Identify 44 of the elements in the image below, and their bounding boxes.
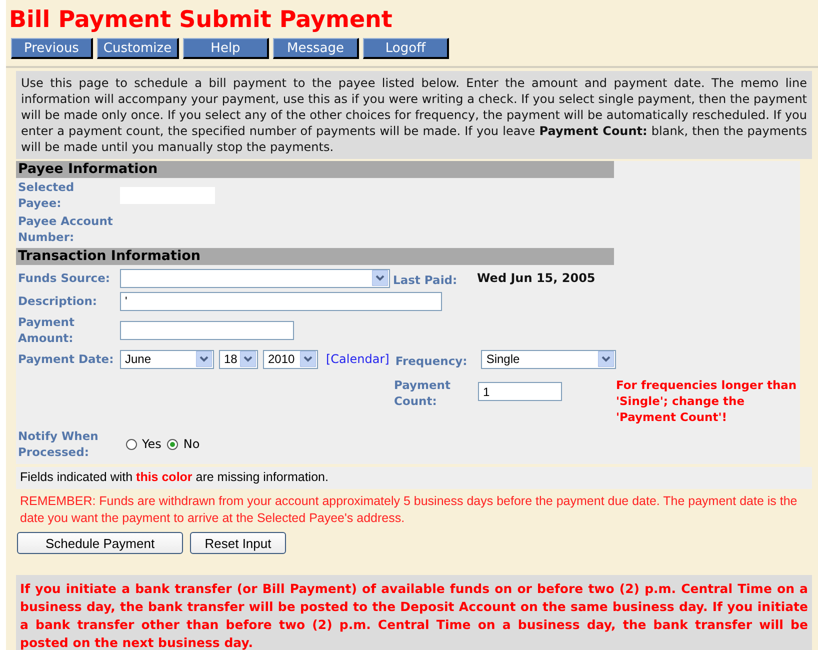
caret-icon	[598, 351, 614, 367]
frequency-note: For frequencies longer than 'Single'; change the 'Payment Count'!	[616, 377, 798, 425]
radio-button[interactable]	[126, 438, 137, 450]
field-label: Description:	[18, 293, 98, 309]
field-label: Payment Count:	[394, 377, 452, 409]
caret-icon	[372, 270, 388, 286]
radio-button[interactable]	[167, 438, 178, 450]
section-heading: Transaction Information	[16, 248, 614, 265]
reminder-text: REMEMBER: Funds are withdrawn from your account approximately 5 business days before the payment due date. The payment date is the date you want the payment to arrive at the Selected Payee's address.	[19, 493, 798, 527]
description-field[interactable]: '	[120, 292, 442, 310]
legend-text: Fields indicated with this color are missing information.	[16, 467, 812, 489]
field-label: Frequency:	[395, 354, 468, 368]
caret-icon	[196, 351, 212, 367]
nav-button[interactable]: Logoff	[363, 38, 449, 59]
field-label: Selected Payee:	[18, 179, 76, 211]
field-label: Payment Amount:	[18, 314, 76, 346]
calendar-link[interactable]: [Calendar]	[326, 352, 390, 366]
field-label: Payee Account Number:	[18, 213, 114, 245]
field-label: Last Paid:	[393, 272, 458, 286]
year-dropdown[interactable]: 2010	[263, 350, 318, 368]
option-label: No	[183, 437, 200, 451]
day-dropdown[interactable]: 18	[219, 350, 258, 368]
intro-text: Use this page to schedule a bill payment to the payee listed below. Enter the amount and payment date. The memo line information will accompany your payment, use this as if you were writing a check. If you select single payment, then the payment will be made only once. If you select any of the other choices for frequency, the payment will be automatically rescheduled. If you enter a payment count, the specified number of payments will be made. If you leave Payment Count: blank, then the payments will be made until you manually stop the payments.	[16, 71, 812, 159]
field-label: Funds Source:	[18, 270, 111, 286]
section-heading: Payee Information	[16, 161, 614, 178]
nav-button[interactable]: Previous	[11, 38, 93, 59]
field-label: Notify When Processed:	[18, 428, 100, 460]
reset-input-button[interactable]: Reset Input	[190, 532, 286, 554]
option-label: Yes	[142, 437, 162, 451]
payment-amount-field[interactable]	[120, 320, 294, 340]
caret-icon	[240, 351, 256, 367]
payment-count-field[interactable]: 1	[478, 382, 562, 401]
page-title: Bill Payment Submit Payment	[9, 6, 394, 34]
field-label: Payment Date:	[18, 351, 115, 367]
funds-source-dropdown[interactable]	[120, 268, 390, 288]
caret-icon	[300, 351, 316, 367]
nav-button[interactable]: Message	[273, 38, 359, 59]
schedule-payment-button[interactable]: Schedule Payment	[17, 532, 183, 554]
month-dropdown[interactable]: June	[120, 350, 214, 368]
nav-button[interactable]: Customize	[97, 38, 179, 59]
transfer-notice: If you initiate a bank transfer (or Bill Payment) of available funds on or before two (2) p.m. Central Time on a business day, the bank transfer will be posted to the Deposit Account on the same business day. If you initiate a bank transfer other than before two (2) p.m. Central Time on a business day, the bank transfer will be posted on the next business day.	[16, 575, 812, 650]
nav-button[interactable]: Help	[183, 38, 269, 59]
frequency-dropdown[interactable]: Single	[481, 350, 616, 368]
last-paid-date: Wed Jun 15, 2005	[477, 271, 596, 285]
